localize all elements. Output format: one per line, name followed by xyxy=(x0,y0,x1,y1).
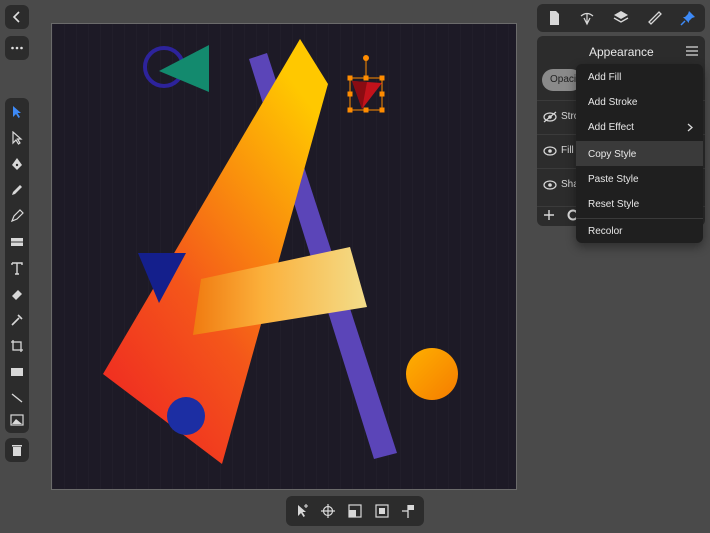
selected-red-triangle[interactable] xyxy=(347,55,385,113)
crop-icon xyxy=(11,340,23,352)
pen-node-icon xyxy=(581,12,594,26)
menu-item-reset-style[interactable]: Reset Style xyxy=(576,192,703,217)
menu-item-add-fill[interactable]: Add Fill xyxy=(576,65,703,90)
tab-layers[interactable] xyxy=(609,6,633,30)
tab-document[interactable] xyxy=(542,6,566,30)
pin-icon xyxy=(680,11,696,26)
pencil-icon xyxy=(12,185,22,195)
layers-icon xyxy=(613,11,629,23)
document-icon xyxy=(549,11,559,25)
line-tool[interactable] xyxy=(5,386,29,410)
menu-item-label: Add Fill xyxy=(588,72,622,83)
menu-item-paste-style[interactable]: Paste Style xyxy=(576,167,703,192)
crosshair-icon[interactable] xyxy=(320,503,336,519)
eye-icon[interactable] xyxy=(543,179,557,191)
resize-handle[interactable] xyxy=(363,75,369,81)
tab-pen-node[interactable] xyxy=(575,6,599,30)
context-toolbar xyxy=(286,496,424,526)
pen-nib-icon xyxy=(12,158,22,170)
resize-handle[interactable] xyxy=(379,107,385,113)
artboard[interactable] xyxy=(51,23,517,490)
brush-icon xyxy=(10,209,24,223)
fill-tool[interactable] xyxy=(5,230,29,254)
fill-label: Fill xyxy=(561,145,574,156)
eyedropper-icon xyxy=(11,314,23,326)
vector-brush-tool[interactable] xyxy=(5,204,29,228)
menu-item-label: Add Effect xyxy=(588,122,634,133)
text-icon xyxy=(11,262,23,275)
resize-handle[interactable] xyxy=(363,107,369,113)
node-tool[interactable] xyxy=(5,126,29,150)
add-icon[interactable] xyxy=(543,209,555,221)
ellipsis-icon xyxy=(5,36,29,60)
node-arrow-icon xyxy=(12,131,23,145)
menu-item-label: Recolor xyxy=(588,226,623,237)
place-image-tool[interactable] xyxy=(5,408,29,432)
appearance-menu: Add Fill Add Stroke Add Effect Copy Styl… xyxy=(576,64,703,243)
color-picker-tool[interactable] xyxy=(5,308,29,332)
flag-icon[interactable] xyxy=(400,503,416,519)
align-icon[interactable] xyxy=(347,503,363,519)
resize-handle[interactable] xyxy=(347,107,353,113)
tools-toolbar xyxy=(5,98,29,433)
text-tool[interactable] xyxy=(5,256,29,280)
rectangle-icon xyxy=(11,368,23,376)
menu-item-copy-style[interactable]: Copy Style xyxy=(576,141,703,166)
fill-icon xyxy=(11,238,23,246)
panel-title: Appearance xyxy=(589,45,654,59)
studio-tabs xyxy=(537,4,705,32)
eye-icon[interactable] xyxy=(543,145,557,157)
image-icon xyxy=(10,414,24,426)
hamburger-menu-icon[interactable] xyxy=(685,45,699,57)
rectangle-tool[interactable] xyxy=(5,360,29,384)
select-icon[interactable] xyxy=(294,503,310,519)
orange-circle-shape[interactable] xyxy=(406,348,458,400)
trash-icon xyxy=(5,438,29,462)
menu-item-label: Reset Style xyxy=(588,199,640,210)
resize-handle[interactable] xyxy=(347,75,353,81)
menu-item-label: Add Stroke xyxy=(588,97,638,108)
menu-item-add-stroke[interactable]: Add Stroke xyxy=(576,90,703,115)
pencil-tool[interactable] xyxy=(5,178,29,202)
resize-handle[interactable] xyxy=(347,91,353,97)
delete-button[interactable] xyxy=(5,438,29,462)
more-button[interactable] xyxy=(5,36,29,60)
menu-item-recolor[interactable]: Recolor xyxy=(576,218,703,243)
menu-item-label: Copy Style xyxy=(588,149,637,160)
rotate-handle[interactable] xyxy=(363,55,369,61)
blue-circle-shape[interactable] xyxy=(167,397,205,435)
ruler-icon xyxy=(647,11,662,25)
move-tool[interactable] xyxy=(5,100,29,124)
eraser-tool[interactable] xyxy=(5,282,29,306)
eraser-icon xyxy=(12,290,22,300)
pen-tool[interactable] xyxy=(5,152,29,176)
square-icon[interactable] xyxy=(374,503,390,519)
resize-handle[interactable] xyxy=(379,75,385,81)
chevron-right-icon xyxy=(687,123,693,132)
line-icon xyxy=(11,393,23,403)
menu-item-add-effect[interactable]: Add Effect xyxy=(576,115,703,140)
back-button[interactable] xyxy=(5,5,29,29)
chevron-left-icon xyxy=(5,5,29,29)
tab-appearance[interactable] xyxy=(676,6,700,30)
crop-tool[interactable] xyxy=(5,334,29,358)
a-stroke-shape[interactable] xyxy=(103,39,328,464)
tab-ruler[interactable] xyxy=(643,6,667,30)
opacity-label: Opaci xyxy=(550,74,577,85)
arrow-pointer-icon xyxy=(13,106,21,118)
eye-slash-icon[interactable] xyxy=(543,111,557,123)
menu-item-label: Paste Style xyxy=(588,174,639,185)
resize-handle[interactable] xyxy=(379,91,385,97)
